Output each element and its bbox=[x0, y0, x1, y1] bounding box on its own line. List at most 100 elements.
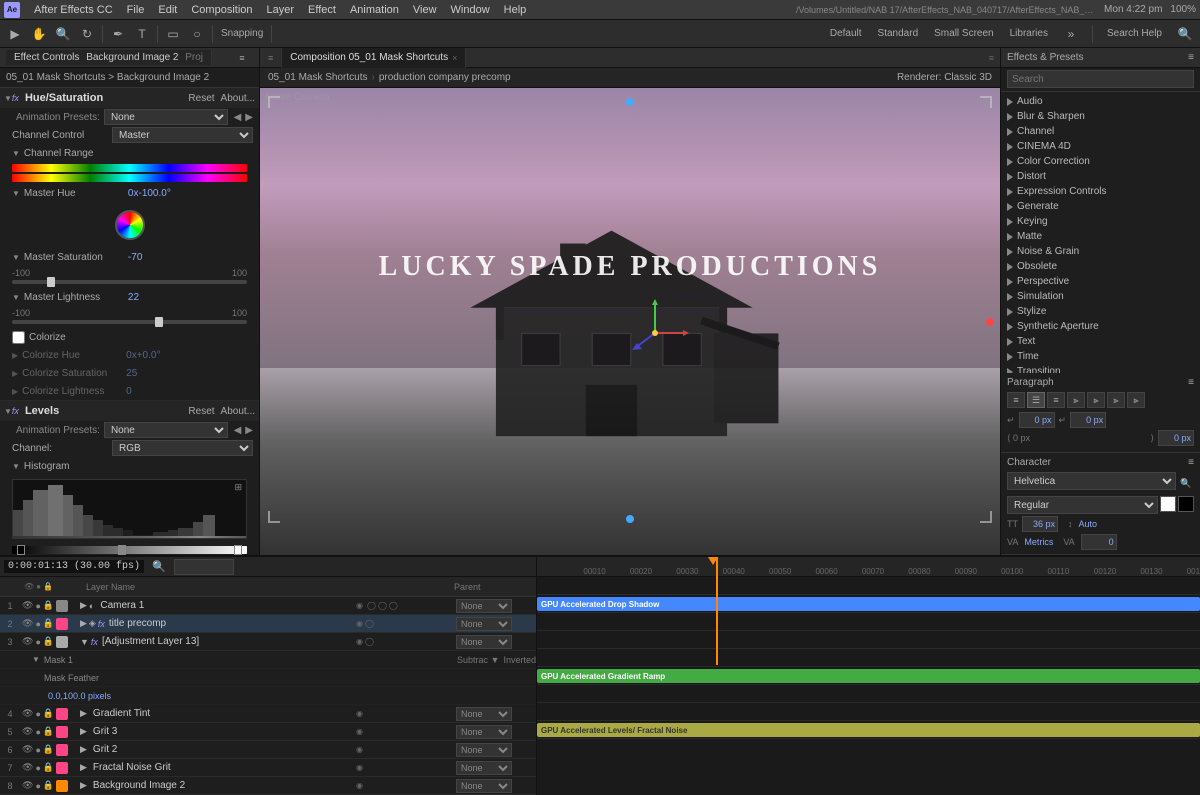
metrics-value[interactable]: Metrics bbox=[1024, 537, 1053, 547]
font-style-select[interactable]: Regular bbox=[1007, 496, 1158, 514]
levels-black-thumb[interactable] bbox=[17, 545, 25, 555]
align-center-btn[interactable]: ☰ bbox=[1027, 392, 1045, 408]
levels-about-btn[interactable]: About... bbox=[221, 406, 255, 417]
layer-solo-5[interactable]: ● bbox=[35, 727, 40, 737]
layer-parent-select-3[interactable]: None bbox=[456, 635, 512, 649]
tool-hand[interactable]: ✋ bbox=[28, 23, 50, 45]
effect-controls-tab[interactable]: Effect Controls Background Image 2 Proj bbox=[6, 50, 212, 65]
levels-preset-next[interactable]: ▶ bbox=[245, 425, 253, 436]
tracking-input[interactable] bbox=[1081, 534, 1117, 550]
tool-text[interactable]: T bbox=[131, 23, 153, 45]
workspace-default[interactable]: Default bbox=[826, 28, 866, 39]
hs-preset-select[interactable]: None bbox=[104, 109, 228, 125]
layer-eye-1[interactable]: 👁 bbox=[22, 600, 33, 611]
layer-solo-4[interactable]: ● bbox=[35, 709, 40, 719]
category-stylize[interactable]: Stylize bbox=[1001, 304, 1200, 319]
master-sat-value[interactable]: -70 bbox=[128, 252, 142, 263]
feather-value[interactable]: 0.0,100.0 pixels bbox=[48, 691, 111, 701]
font-family-select[interactable]: Helvetica bbox=[1007, 472, 1176, 490]
category-channel[interactable]: Channel bbox=[1001, 124, 1200, 139]
workspace-libraries[interactable]: Libraries bbox=[1006, 28, 1052, 39]
tool-shape-rect[interactable]: ▭ bbox=[162, 23, 184, 45]
comp-tab-overflow[interactable]: ≡ bbox=[989, 53, 994, 63]
layer-eye-3[interactable]: 👁 bbox=[22, 636, 33, 647]
layer-switch-4[interactable]: ◯ bbox=[389, 601, 398, 610]
channel-range-row[interactable]: ▼ Channel Range bbox=[0, 144, 259, 162]
justify-all-btn[interactable]: ⫸ bbox=[1127, 392, 1145, 408]
tool-rotate[interactable]: ↻ bbox=[76, 23, 98, 45]
comp-tab-close[interactable]: × bbox=[452, 53, 457, 63]
layer-parent-select-2[interactable]: None bbox=[456, 617, 512, 631]
comp-tab-flow[interactable]: ≡ bbox=[260, 48, 282, 68]
hs-preset-next[interactable]: ▶ bbox=[245, 112, 253, 123]
stroke-color-swatch[interactable] bbox=[1178, 496, 1194, 512]
category-time[interactable]: Time bbox=[1001, 349, 1200, 364]
colorize-hue-value[interactable]: 0x+0.0° bbox=[126, 350, 160, 361]
track-clip-7[interactable]: GPU Accelerated Levels/ Fractal Noise bbox=[537, 723, 1200, 737]
layer-switch-1[interactable]: ◉ bbox=[356, 601, 363, 610]
font-size-input[interactable] bbox=[1022, 516, 1058, 532]
mask-expand[interactable]: ▼ bbox=[32, 655, 40, 664]
layer-solo-1[interactable]: ● bbox=[35, 601, 40, 611]
category-blur[interactable]: Blur & Sharpen bbox=[1001, 109, 1200, 124]
menu-view[interactable]: View bbox=[407, 0, 443, 20]
master-hue-value[interactable]: 0x-100.0° bbox=[128, 188, 171, 199]
levels-channel-select[interactable]: RGB bbox=[112, 440, 253, 456]
menu-layer[interactable]: Layer bbox=[261, 0, 301, 20]
category-color-correction[interactable]: Color Correction bbox=[1001, 154, 1200, 169]
workspace-standard[interactable]: Standard bbox=[874, 28, 923, 39]
font-search-btn[interactable]: 🔍 bbox=[1178, 472, 1194, 494]
layer-solo-8[interactable]: ● bbox=[35, 781, 40, 791]
tool-shape-ellipse[interactable]: ○ bbox=[186, 23, 208, 45]
menu-window[interactable]: Window bbox=[445, 0, 496, 20]
layer-switch-5a[interactable]: ◉ bbox=[356, 727, 363, 736]
layer-expand-7[interactable]: ▶ bbox=[80, 762, 87, 773]
space-after-input[interactable] bbox=[1158, 430, 1194, 446]
menu-composition[interactable]: Composition bbox=[185, 0, 258, 20]
category-generate[interactable]: Generate bbox=[1001, 199, 1200, 214]
layer-parent-select-6[interactable]: None bbox=[456, 743, 512, 757]
layer-switch-2b[interactable]: ◯ bbox=[365, 619, 374, 628]
colorize-checkbox[interactable] bbox=[12, 331, 25, 344]
align-right-btn[interactable]: ≡ bbox=[1047, 392, 1065, 408]
effects-panel-menu[interactable]: ≡ bbox=[1188, 52, 1194, 63]
workspace-small-screen[interactable]: Small Screen bbox=[930, 28, 997, 39]
menu-animation[interactable]: Animation bbox=[344, 0, 405, 20]
layer-eye-7[interactable]: 👁 bbox=[22, 762, 33, 773]
hue-wheel[interactable] bbox=[115, 210, 145, 240]
fill-color-swatch[interactable] bbox=[1160, 496, 1176, 512]
indent-left-input[interactable] bbox=[1019, 412, 1055, 428]
align-left-btn[interactable]: ≡ bbox=[1007, 392, 1025, 408]
track-clip-2[interactable]: GPU Accelerated Drop Shadow bbox=[537, 597, 1200, 611]
breadcrumb-left[interactable]: 05_01 Mask Shortcuts bbox=[268, 72, 368, 83]
layer-lock-1[interactable]: 🔒 bbox=[43, 600, 54, 611]
category-perspective[interactable]: Perspective bbox=[1001, 274, 1200, 289]
tool-zoom[interactable]: 🔍 bbox=[52, 23, 74, 45]
layer-lock-5[interactable]: 🔒 bbox=[43, 726, 54, 737]
layer-expand-8[interactable]: ▶ bbox=[80, 780, 87, 791]
playhead-line[interactable] bbox=[716, 557, 718, 665]
category-distort[interactable]: Distort bbox=[1001, 169, 1200, 184]
levels-preset-prev[interactable]: ◀ bbox=[234, 425, 242, 436]
layer-solo-7[interactable]: ● bbox=[35, 763, 40, 773]
hs-reset-btn[interactable]: Reset bbox=[188, 93, 214, 104]
menu-file[interactable]: File bbox=[121, 0, 151, 20]
layer-switch-8a[interactable]: ◉ bbox=[356, 781, 363, 790]
layer-parent-select-7[interactable]: None bbox=[456, 761, 512, 775]
category-cinema4d[interactable]: CINEMA 4D bbox=[1001, 139, 1200, 154]
category-simulation[interactable]: Simulation bbox=[1001, 289, 1200, 304]
levels-title[interactable]: ▼ fx Levels Reset About... bbox=[0, 401, 259, 421]
layer-lock-2[interactable]: 🔒 bbox=[43, 618, 54, 629]
tc-search-input[interactable] bbox=[174, 559, 234, 575]
category-audio[interactable]: Audio bbox=[1001, 94, 1200, 109]
layer-switch-7a[interactable]: ◉ bbox=[356, 763, 363, 772]
category-obsolete[interactable]: Obsolete bbox=[1001, 259, 1200, 274]
hs-preset-prev[interactable]: ◀ bbox=[234, 112, 242, 123]
layer-lock-3[interactable]: 🔒 bbox=[43, 636, 54, 647]
category-text[interactable]: Text bbox=[1001, 334, 1200, 349]
layer-parent-select-5[interactable]: None bbox=[456, 725, 512, 739]
layer-eye-6[interactable]: 👁 bbox=[22, 744, 33, 755]
menu-effect[interactable]: Effect bbox=[302, 0, 342, 20]
master-light-value[interactable]: 22 bbox=[128, 292, 139, 303]
channel-control-select[interactable]: Master bbox=[112, 127, 253, 143]
